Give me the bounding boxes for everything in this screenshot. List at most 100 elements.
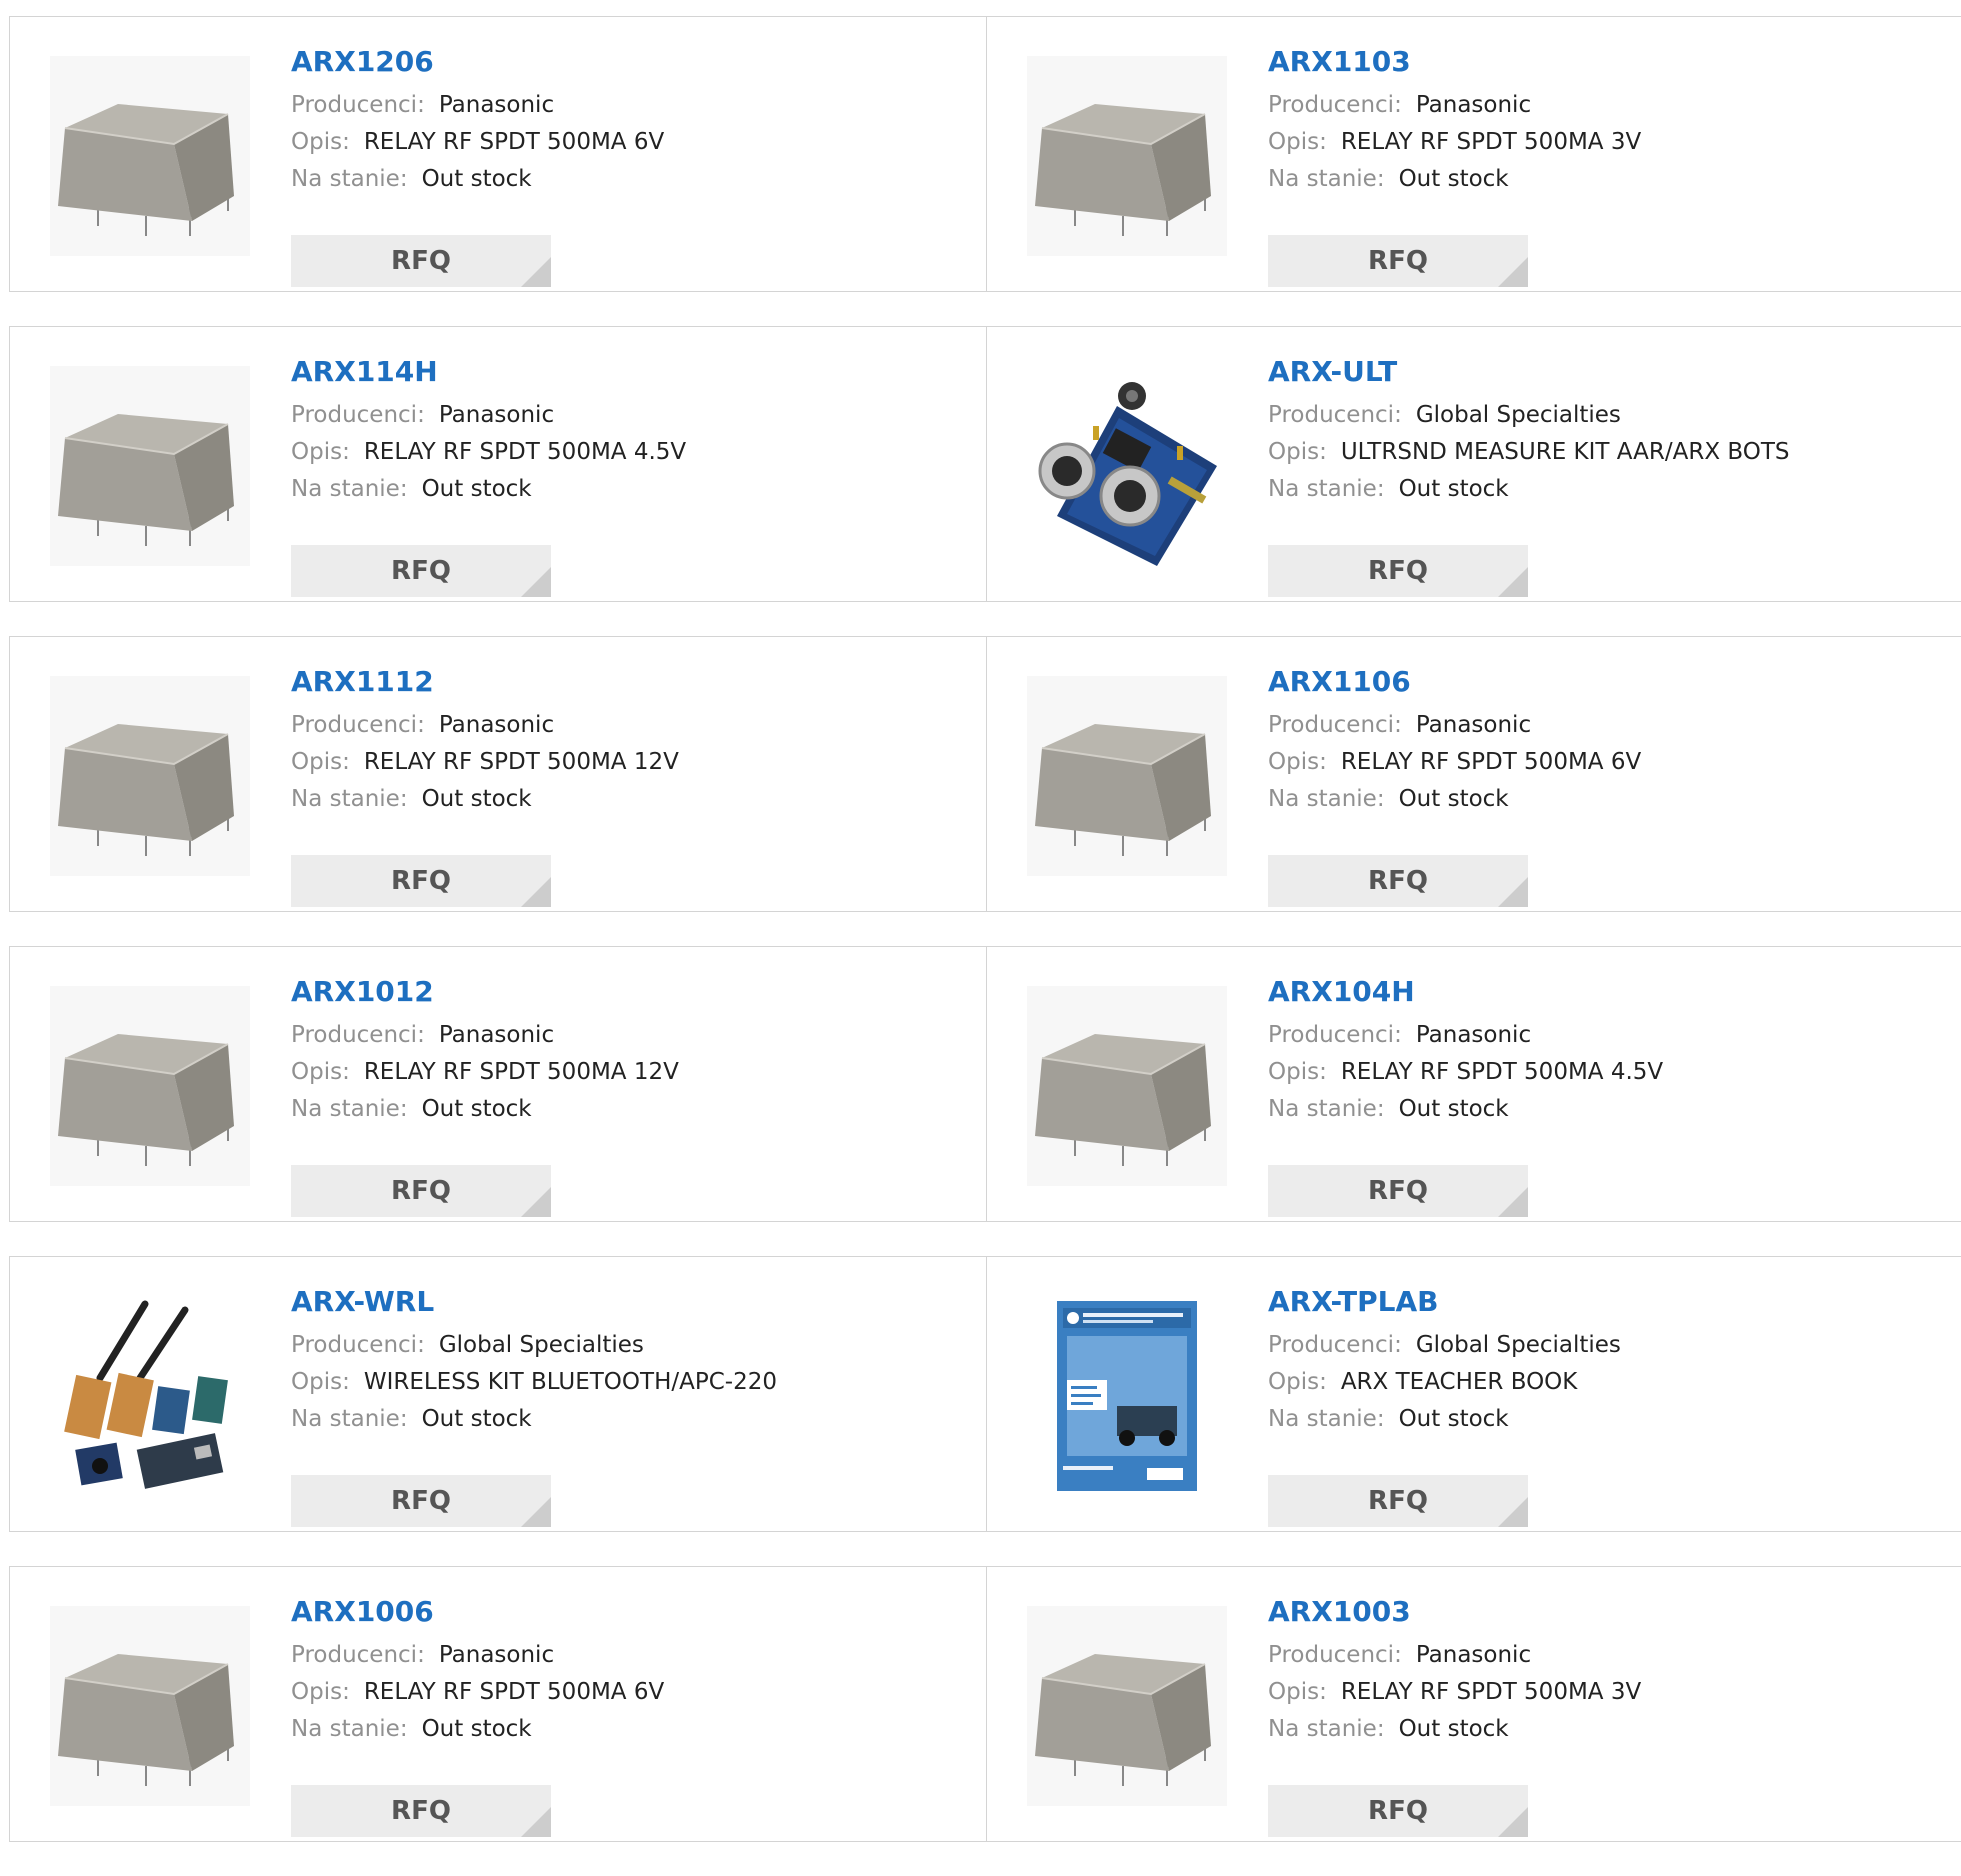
book-image <box>1027 1296 1227 1496</box>
rfq-button[interactable]: RFQ <box>291 1475 551 1527</box>
rfq-button-label: RFQ <box>391 1176 451 1206</box>
description-value: RELAY RF SPDT 500MA 4.5V <box>1340 1059 1664 1085</box>
product-name-link[interactable]: ARX1206 <box>291 45 951 87</box>
stock-value: Out stock <box>421 1096 532 1122</box>
product-info: ARX1006 Producenci: Panasonic Opis: RELAY … <box>291 1595 951 1837</box>
rfq-button[interactable]: RFQ <box>291 1165 551 1217</box>
stock-label: Na stanie: <box>1268 786 1385 812</box>
rfq-corner-decoration <box>1498 1497 1528 1527</box>
ultrasonic-board-image <box>1027 366 1227 566</box>
description-row: Opis: RELAY RF SPDT 500MA 6V <box>1268 744 1928 781</box>
stock-row: Na stanie: Out stock <box>291 471 951 508</box>
rfq-button[interactable]: RFQ <box>291 235 551 287</box>
product-name-link[interactable]: ARX1006 <box>291 1595 951 1637</box>
manufacturer-value: Panasonic <box>1415 92 1532 118</box>
manufacturer-row: Producenci: Panasonic <box>291 87 951 124</box>
manufacturer-row: Producenci: Panasonic <box>1268 1637 1928 1674</box>
product-name-link[interactable]: ARX1112 <box>291 665 951 707</box>
stock-label: Na stanie: <box>291 1716 408 1742</box>
stock-value: Out stock <box>1398 1096 1509 1122</box>
rfq-button-label: RFQ <box>1368 1796 1428 1826</box>
product-row: ARX1006 Producenci: Panasonic Opis: RELAY … <box>9 1566 1961 1842</box>
description-value: RELAY RF SPDT 500MA 12V <box>363 1059 679 1085</box>
product-info: ARX104H Producenci: Panasonic Opis: RELAY … <box>1268 975 1928 1217</box>
product-name-link[interactable]: ARX1003 <box>1268 1595 1928 1637</box>
rfq-button[interactable]: RFQ <box>1268 1785 1528 1837</box>
stock-value: Out stock <box>421 1406 532 1432</box>
product-name-link[interactable]: ARX-TPLAB <box>1268 1285 1928 1327</box>
manufacturer-row: Producenci: Global Specialties <box>1268 397 1928 434</box>
manufacturer-label: Producenci: <box>291 1642 425 1668</box>
stock-label: Na stanie: <box>291 1406 408 1432</box>
rfq-corner-decoration <box>521 1497 551 1527</box>
description-row: Opis: RELAY RF SPDT 500MA 12V <box>291 1054 951 1091</box>
description-row: Opis: RELAY RF SPDT 500MA 4.5V <box>291 434 951 471</box>
product-image[interactable] <box>50 676 250 876</box>
product-name-link[interactable]: ARX104H <box>1268 975 1928 1017</box>
product-image[interactable] <box>1027 676 1227 876</box>
rfq-button[interactable]: RFQ <box>291 855 551 907</box>
manufacturer-value: Panasonic <box>438 402 555 428</box>
product-card: ARX1106 Producenci: Panasonic Opis: RELAY … <box>986 637 1961 911</box>
wireless-kit-image <box>50 1296 250 1496</box>
rfq-button[interactable]: RFQ <box>291 1785 551 1837</box>
relay-image <box>50 986 250 1186</box>
product-name-link[interactable]: ARX-ULT <box>1268 355 1928 397</box>
product-info: ARX1103 Producenci: Panasonic Opis: RELAY … <box>1268 45 1928 287</box>
manufacturer-label: Producenci: <box>1268 712 1402 738</box>
product-image[interactable] <box>1027 986 1227 1186</box>
rfq-button-label: RFQ <box>1368 246 1428 276</box>
product-card: ARX114H Producenci: Panasonic Opis: RELAY … <box>9 327 986 601</box>
product-image[interactable] <box>50 1296 250 1496</box>
product-name-link[interactable]: ARX1012 <box>291 975 951 1017</box>
product-image[interactable] <box>50 366 250 566</box>
manufacturer-label: Producenci: <box>291 712 425 738</box>
product-image[interactable] <box>1027 1296 1227 1496</box>
description-label: Opis: <box>1268 749 1327 775</box>
manufacturer-value: Panasonic <box>438 92 555 118</box>
product-image[interactable] <box>50 986 250 1186</box>
stock-value: Out stock <box>1398 786 1509 812</box>
product-card: ARX1006 Producenci: Panasonic Opis: RELAY … <box>9 1567 986 1841</box>
description-label: Opis: <box>291 1059 350 1085</box>
manufacturer-value: Global Specialties <box>1415 402 1621 428</box>
rfq-button[interactable]: RFQ <box>1268 1475 1528 1527</box>
rfq-button-label: RFQ <box>391 246 451 276</box>
rfq-corner-decoration <box>521 1187 551 1217</box>
description-row: Opis: RELAY RF SPDT 500MA 6V <box>291 1674 951 1711</box>
product-name-link[interactable]: ARX1103 <box>1268 45 1928 87</box>
stock-value: Out stock <box>421 786 532 812</box>
rfq-button[interactable]: RFQ <box>1268 545 1528 597</box>
stock-value: Out stock <box>1398 1406 1509 1432</box>
description-row: Opis: RELAY RF SPDT 500MA 4.5V <box>1268 1054 1928 1091</box>
stock-label: Na stanie: <box>1268 1406 1385 1432</box>
rfq-button[interactable]: RFQ <box>1268 235 1528 287</box>
stock-value: Out stock <box>1398 166 1509 192</box>
description-label: Opis: <box>291 1369 350 1395</box>
rfq-button[interactable]: RFQ <box>1268 1165 1528 1217</box>
product-name-link[interactable]: ARX1106 <box>1268 665 1928 707</box>
product-info: ARX-ULT Producenci: Global Specialties Op… <box>1268 355 1928 597</box>
product-image[interactable] <box>50 56 250 256</box>
product-image[interactable] <box>1027 1606 1227 1806</box>
product-image[interactable] <box>1027 56 1227 256</box>
description-value: RELAY RF SPDT 500MA 3V <box>1340 129 1642 155</box>
manufacturer-label: Producenci: <box>291 92 425 118</box>
manufacturer-row: Producenci: Panasonic <box>291 397 951 434</box>
stock-label: Na stanie: <box>1268 1096 1385 1122</box>
rfq-button[interactable]: RFQ <box>291 545 551 597</box>
product-name-link[interactable]: ARX-WRL <box>291 1285 951 1327</box>
product-name-link[interactable]: ARX114H <box>291 355 951 397</box>
stock-row: Na stanie: Out stock <box>1268 1711 1928 1748</box>
product-info: ARX-TPLAB Producenci: Global Specialties … <box>1268 1285 1928 1527</box>
stock-row: Na stanie: Out stock <box>1268 1091 1928 1128</box>
rfq-button[interactable]: RFQ <box>1268 855 1528 907</box>
stock-label: Na stanie: <box>1268 1716 1385 1742</box>
rfq-corner-decoration <box>521 567 551 597</box>
stock-value: Out stock <box>1398 1716 1509 1742</box>
product-row: ARX1206 Producenci: Panasonic Opis: RELAY … <box>9 16 1961 292</box>
product-image[interactable] <box>50 1606 250 1806</box>
product-image[interactable] <box>1027 366 1227 566</box>
description-value: WIRELESS KIT BLUETOOTH/APC-220 <box>363 1369 777 1395</box>
manufacturer-value: Global Specialties <box>1415 1332 1621 1358</box>
